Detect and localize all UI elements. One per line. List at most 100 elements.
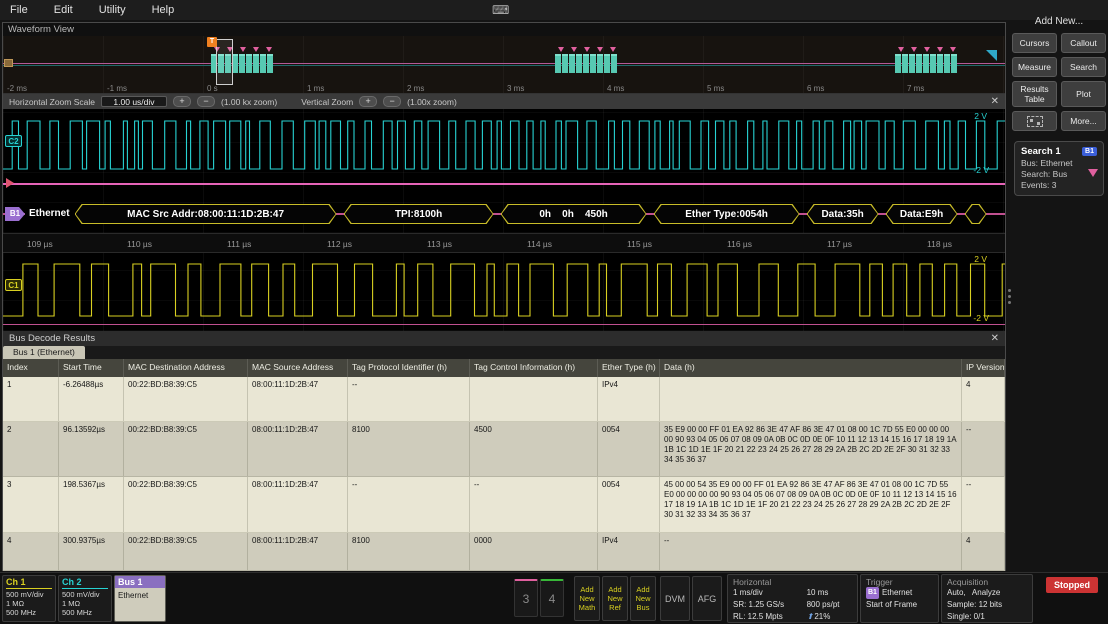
table-cell: -- — [348, 377, 470, 421]
search-mark-icon — [584, 47, 590, 52]
packet-burst — [895, 54, 957, 73]
trigger-title: Trigger — [866, 577, 933, 587]
h-zoom-minus-button[interactable]: − — [197, 96, 215, 107]
trigger-level-line — [3, 183, 1005, 185]
search-mark-icon — [571, 47, 577, 52]
ch1-scale-top: 2 V — [974, 254, 987, 264]
acquisition-settings-tile[interactable]: Acquisition Auto, Analyze Sample: 12 bit… — [941, 574, 1033, 623]
run-stop-button[interactable]: Stopped — [1046, 577, 1098, 593]
add-new-ref-button[interactable]: AddNewRef — [602, 576, 628, 621]
search-info-line: Events: 3 — [1021, 180, 1097, 191]
draw-a-box-button[interactable] — [1012, 111, 1057, 131]
menu-item-help[interactable]: Help — [152, 4, 175, 16]
burst-cell — [260, 54, 266, 73]
zoomed-waveform-ch1[interactable]: 2 V -2 V C1 — [3, 253, 1005, 331]
trigger-position-marker[interactable]: T — [207, 37, 217, 47]
add-new-callout-button[interactable]: Callout — [1061, 33, 1106, 53]
table-cell: 8100 — [348, 422, 470, 476]
table-cell: -- — [348, 477, 470, 532]
add-new-results-table-button[interactable]: Results Table — [1012, 81, 1057, 107]
menu-bar: File Edit Utility Help ⌨ — [0, 0, 1108, 20]
ch1-settings-tile[interactable]: Ch 1 500 mV/div1 MΩ500 MHz — [2, 575, 56, 622]
v-zoom-plus-button[interactable]: + — [359, 96, 377, 107]
zoomed-waveform-ch2[interactable]: 2 V -2 V C2 B1 Ethernet MAC Src Addr:08:… — [3, 109, 1005, 233]
h-zoom-plus-button[interactable]: + — [173, 96, 191, 107]
burst-cell — [951, 54, 957, 73]
add-tile-line: New — [607, 594, 622, 603]
time-axis-label: 116 µs — [727, 239, 752, 249]
ch1-name: Ch 1 — [6, 577, 52, 589]
add-new-math-button[interactable]: AddNewMath — [574, 576, 600, 621]
dvm-button[interactable]: DVM — [660, 576, 690, 621]
tab-bus1-ethernet[interactable]: Bus 1 (Ethernet) — [3, 346, 85, 359]
table-cell: 198.5367µs — [59, 477, 124, 532]
ch2-settings-tile[interactable]: Ch 2 500 mV/div1 MΩ500 MHz — [58, 575, 112, 622]
menu-item-file[interactable]: File — [10, 4, 28, 16]
burst-cell — [909, 54, 915, 73]
menu-item-utility[interactable]: Utility — [99, 4, 126, 16]
v-zoom-minus-button[interactable]: − — [383, 96, 401, 107]
bus-packet: MAC Src Addr:08:00:11:1D:2B:47 — [75, 204, 337, 224]
burst-cell — [562, 54, 568, 73]
column-header: Index — [3, 359, 59, 377]
waveform-overview[interactable]: T -2 ms-1 ms0 s1 ms2 ms3 ms4 ms5 ms6 ms7… — [3, 36, 1005, 94]
trigger-settings-tile[interactable]: Trigger B1Ethernet Start of Frame — [860, 574, 939, 623]
results-title: Bus Decode Results — [9, 333, 95, 344]
burst-cell — [555, 54, 561, 73]
column-header: IP Version — [962, 359, 1005, 377]
bus-packet-text: TPI:8100h — [344, 204, 494, 224]
ch3-tile[interactable]: 3 — [514, 579, 538, 617]
results-close-icon[interactable]: ✕ — [991, 333, 999, 344]
table-cell: 35 E9 00 00 FF 01 EA 92 86 3E 47 AF 86 3… — [660, 422, 962, 476]
overview-baseline — [3, 63, 1005, 64]
table-row[interactable]: 1-6.26488µs00:22:BD:B8:39:C508:00:11:1D:… — [3, 377, 1005, 422]
column-header: Data (h) — [660, 359, 962, 377]
zoom-close-icon[interactable]: ✕ — [991, 96, 999, 107]
search1-panel[interactable]: Search 1 B1 Bus: EthernetSearch: BusEven… — [1014, 141, 1104, 196]
ch4-tile[interactable]: 4 — [540, 579, 564, 617]
burst-cell — [597, 54, 603, 73]
add-new-bus-button[interactable]: AddNewBus — [630, 576, 656, 621]
add-new-measure-button[interactable]: Measure — [1012, 57, 1057, 77]
ch1-scale-bottom: -2 V — [973, 313, 989, 323]
bus-packet-text: Data:35h — [807, 204, 879, 224]
add-tile-line: Add — [580, 585, 593, 594]
keyboard-icon[interactable]: ⌨ — [492, 3, 509, 17]
overview-time-label: 5 ms — [707, 84, 724, 93]
search1-header: Search 1 B1 — [1021, 146, 1097, 157]
h-zoom-scale-value[interactable]: 1.00 us/div — [101, 96, 167, 107]
burst-cell — [583, 54, 589, 73]
table-cell: IPv4 — [598, 533, 660, 570]
burst-cell — [569, 54, 575, 73]
bus-packet: Data:35h — [807, 204, 879, 224]
menu-item-edit[interactable]: Edit — [54, 4, 73, 16]
horizontal-settings-tile[interactable]: Horizontal 1 ms/div 10 ms SR: 1.25 GS/s … — [727, 574, 858, 623]
add-new-more-button[interactable]: More... — [1061, 111, 1106, 131]
column-header: Start Time — [59, 359, 124, 377]
acquisition-single: Single: 0/1 — [947, 611, 1027, 623]
add-new-plot-button[interactable]: Plot — [1061, 81, 1106, 107]
bus1-settings-tile[interactable]: Bus 1 Ethernet — [114, 575, 166, 622]
search-event-markers — [555, 47, 616, 52]
h-zoom-scale-label: Horizontal Zoom Scale — [9, 97, 95, 107]
add-tile-line: Add — [636, 585, 649, 594]
ch1-badge[interactable]: C1 — [5, 279, 22, 291]
add-new-search-button[interactable]: Search — [1061, 57, 1106, 77]
ch2-badge[interactable]: C2 — [5, 135, 22, 147]
table-row[interactable]: 296.13592µs00:22:BD:B8:39:C508:00:11:1D:… — [3, 422, 1005, 477]
search-mark-icon — [597, 47, 603, 52]
trigger-level-icon[interactable] — [6, 178, 14, 188]
add-new-cursors-button[interactable]: Cursors — [1012, 33, 1057, 53]
bus1-badge[interactable]: B1 — [5, 207, 25, 221]
packet-burst — [555, 54, 617, 73]
time-axis-label: 112 µs — [327, 239, 352, 249]
burst-cell — [944, 54, 950, 73]
search-mark-icon — [253, 47, 259, 52]
zoom-window-box[interactable] — [216, 39, 233, 85]
table-row[interactable]: 3198.5367µs00:22:BD:B8:39:C508:00:11:1D:… — [3, 477, 1005, 533]
search-event-markers — [895, 47, 956, 52]
table-row[interactable]: 4300.9375µs00:22:BD:B8:39:C508:00:11:1D:… — [3, 533, 1005, 571]
v-zoom-readout: (1.00x zoom) — [407, 97, 457, 107]
panel-splitter-handle[interactable] — [1007, 282, 1011, 310]
afg-button[interactable]: AFG — [692, 576, 722, 621]
